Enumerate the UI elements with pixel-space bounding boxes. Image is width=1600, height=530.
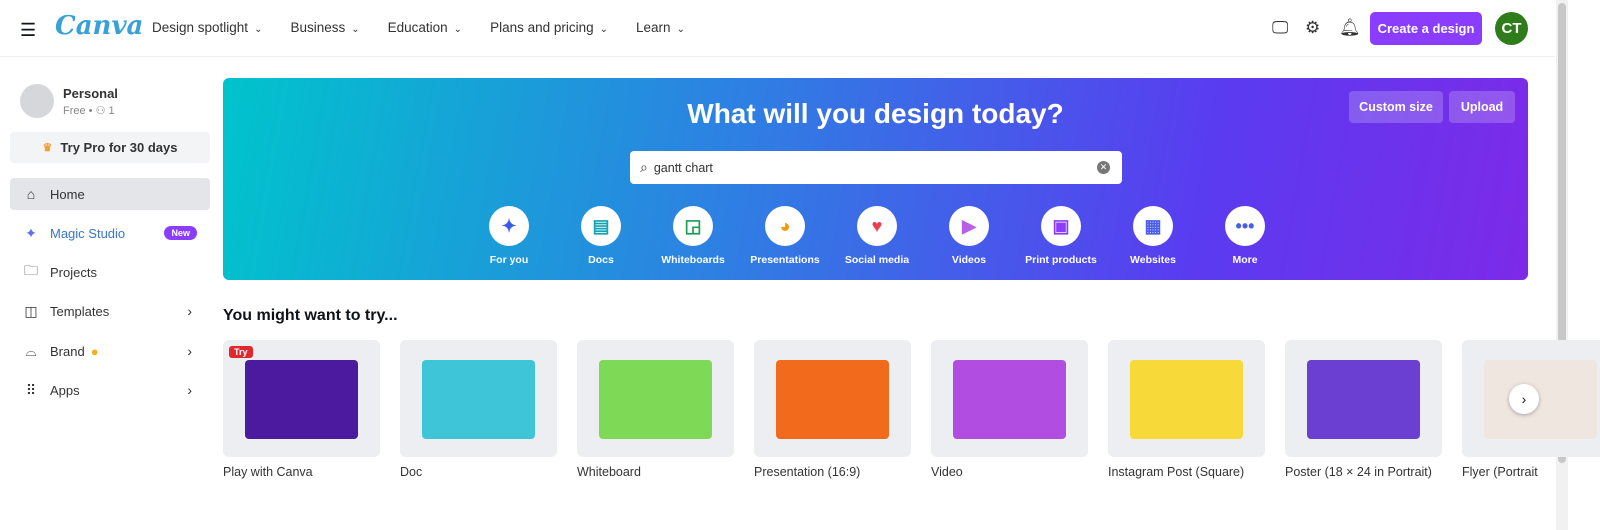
next-arrow-button[interactable]: › [1509,384,1539,414]
bell-icon[interactable]: 🔔︎ [1339,18,1361,38]
category-for-you[interactable]: ✦ For you [464,206,554,266]
design-thumbnail [931,340,1088,457]
design-card[interactable]: Doc [400,340,557,479]
template-icon: ◫ [24,302,38,319]
category-social-media[interactable]: ♥ Social media [832,206,922,266]
chevron-down-icon: ⌄ [351,24,360,35]
hero-banner: What will you design today? Custom size … [223,78,1528,280]
category-icon: ▣ [1041,206,1081,246]
design-thumbnail [754,340,911,457]
nav-design-spotlight[interactable]: Design spotlight ⌄ [152,20,262,35]
nav-learn[interactable]: Learn ⌄ [636,20,685,35]
gear-icon[interactable]: ⚙ [1305,18,1320,38]
new-badge: New [164,226,197,240]
chevron-right-icon: › [187,382,192,398]
chevron-down-icon: ⌄ [676,24,685,35]
category-icon: ◲ [673,206,713,246]
clear-icon[interactable]: ✕ [1097,161,1110,174]
thumbnail-art [953,360,1066,439]
avatar[interactable]: CT [1495,12,1528,45]
design-thumbnail: Try [223,340,380,457]
nav-plans-pricing[interactable]: Plans and pricing ⌄ [490,20,608,35]
category-icon: ✦ [489,206,529,246]
design-card-label: Instagram Post (Square) [1108,465,1245,479]
design-card[interactable]: Try Play with Canva [223,340,380,479]
sidebar-item-templates[interactable]: ◫ Templates › [10,295,210,327]
search-input[interactable]: ⌕ gantt chart ✕ [630,151,1122,184]
category-more[interactable]: ••• More [1200,206,1290,266]
design-thumbnail [1108,340,1265,457]
account-plan: Free • ⚇ 1 [63,105,115,117]
search-icon: ⌕ [640,159,648,175]
thumbnail-art [422,360,535,439]
main-nav: Design spotlight ⌄ Business ⌄ Education ⌄ P… [152,20,713,35]
crown-icon: ♛ [42,142,53,154]
design-card[interactable]: Instagram Post (Square) [1108,340,1265,479]
category-icon: ▶ [949,206,989,246]
design-card[interactable]: Whiteboard [577,340,734,479]
design-card-label: Poster (18 × 24 in Portrait) [1285,465,1432,479]
design-card-label: Play with Canva [223,465,313,479]
category-docs[interactable]: ▤ Docs [556,206,646,266]
design-card-label: Doc [400,465,423,479]
category-icon: ◕ [765,206,805,246]
design-thumbnail [400,340,557,457]
crown-icon: ● [90,343,99,359]
design-card-label: Flyer (Portrait [1462,465,1538,479]
thumbnail-art [776,360,889,439]
top-bar: ☰ Canva Design spotlight ⌄ Business ⌄ Educ… [0,0,1555,57]
category-presentations[interactable]: ◕ Presentations [740,206,830,266]
hero-title: What will you design today? [687,98,1064,129]
sidebar-item-projects[interactable]: 🗀 Projects [10,256,210,288]
menu-icon[interactable]: ☰ [20,20,36,41]
category-videos[interactable]: ▶ Videos [924,206,1014,266]
sidebar-item-home[interactable]: ⌂ Home [10,178,210,210]
design-card-label: Whiteboard [577,465,641,479]
chevron-down-icon: ⌄ [254,24,263,35]
apps-icon: ⠿ [25,381,37,398]
folder-icon: 🗀 [24,262,38,278]
custom-size-button[interactable]: Custom size [1349,91,1443,123]
desktop-app-icon[interactable]: 🖵 [1272,18,1288,38]
design-card[interactable]: Poster (18 × 24 in Portrait) [1285,340,1442,479]
thumbnail-art [599,360,712,439]
category-websites[interactable]: ▦ Websites [1108,206,1198,266]
design-card-label: Video [931,465,963,479]
category-icon: ▤ [581,206,621,246]
design-card[interactable]: Video [931,340,1088,479]
profile-avatar[interactable] [20,84,54,118]
design-thumbnail [1285,340,1442,457]
account-name[interactable]: Personal [63,86,118,101]
chevron-right-icon: › [187,303,192,319]
nav-education[interactable]: Education ⌄ [388,20,462,35]
try-badge: Try [229,346,253,358]
category-whiteboards[interactable]: ◲ Whiteboards [648,206,738,266]
chevron-down-icon: ⌄ [453,24,463,35]
design-card[interactable]: Presentation (16:9) [754,340,911,479]
thumbnail-art [1484,360,1597,439]
chevron-right-icon: › [187,343,192,359]
sidebar-item-brand[interactable]: ⌓ Brand ● › [10,335,210,367]
category-print-products[interactable]: ▣ Print products [1016,206,1106,266]
nav-business[interactable]: Business ⌄ [290,20,359,35]
brand-icon: ⌓ [25,342,37,359]
thumbnail-art [1307,360,1420,439]
canva-logo[interactable]: Canva [55,11,143,41]
sparkle-icon: ✦ [25,224,37,241]
sidebar-item-apps[interactable]: ⠿ Apps › [10,374,210,406]
create-design-button[interactable]: Create a design [1370,12,1482,45]
design-thumbnail [577,340,734,457]
try-pro-button[interactable]: ♛ Try Pro for 30 days [10,132,210,163]
home-icon: ⌂ [26,186,36,202]
thumbnail-art [1130,360,1243,439]
sidebar-item-magic-studio[interactable]: ✦ Magic Studio New [10,217,210,249]
category-icon: ♥ [857,206,897,246]
upload-button[interactable]: Upload [1449,91,1515,123]
design-card-label: Presentation (16:9) [754,465,861,479]
category-icon: ▦ [1133,206,1173,246]
chevron-down-icon: ⌄ [599,24,609,35]
category-icon: ••• [1225,206,1265,246]
thumbnail-art [245,360,358,439]
section-title: You might want to try... [223,307,398,324]
